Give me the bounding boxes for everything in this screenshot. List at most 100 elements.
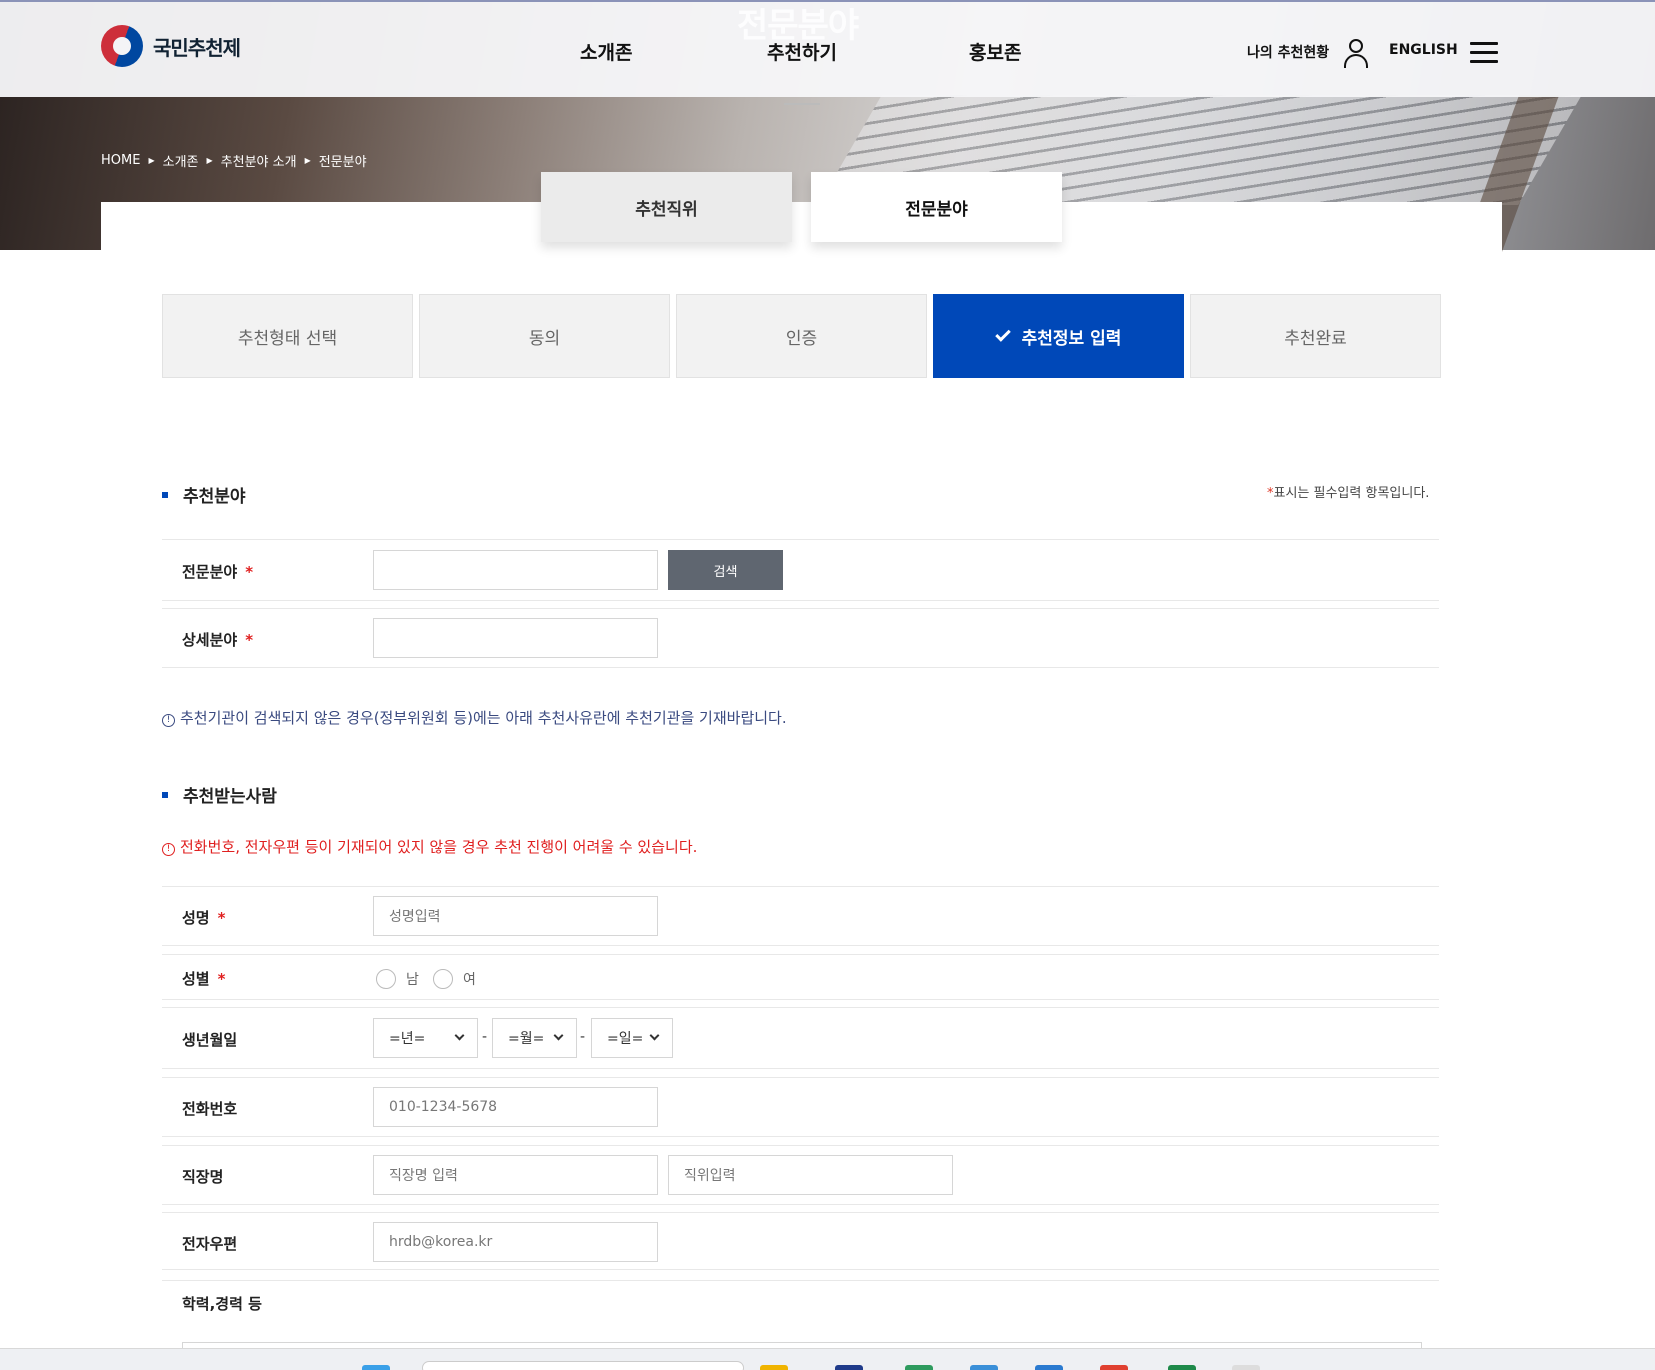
specialty-input[interactable] bbox=[373, 550, 658, 590]
excel-icon[interactable] bbox=[1168, 1365, 1196, 1370]
select-value: =일= bbox=[607, 1031, 644, 1047]
breadcrumb-intro[interactable]: 소개존 bbox=[163, 151, 199, 170]
notice-text: 추천기관이 검색되지 않은 경우(정부위원회 등)에는 아래 추천사유란에 추천… bbox=[180, 709, 787, 727]
bullet-square-icon bbox=[162, 491, 168, 498]
specialty-label: 전문분야 * bbox=[182, 561, 253, 582]
radio-circle-icon bbox=[376, 969, 396, 989]
gender-male-radio[interactable]: 남 bbox=[376, 969, 419, 989]
logo-text: 국민추천제 bbox=[153, 35, 241, 60]
warning-contact: ! 전화번호, 전자우편 등이 기재되어 있지 않을 경우 추천 진행이 어려울 … bbox=[162, 836, 697, 857]
breadcrumb-home[interactable]: HOME bbox=[101, 153, 140, 168]
step-indicator: 추천형태 선택 동의 인증 추천정보 입력 추천완료 bbox=[162, 294, 1441, 378]
radio-label: 여 bbox=[463, 972, 476, 988]
gender-label: 성별 * bbox=[182, 968, 225, 989]
form-row-education bbox=[162, 1280, 1439, 1326]
nav-promotion-zone[interactable]: 홍보존 bbox=[969, 38, 1021, 65]
warning-circle-icon: ! bbox=[162, 843, 175, 856]
birth-month-select[interactable]: =월= bbox=[492, 1018, 577, 1058]
taskbar-search-box[interactable] bbox=[422, 1361, 744, 1370]
label-text: 상세분야 bbox=[182, 631, 238, 649]
gender-female-radio[interactable]: 여 bbox=[433, 969, 476, 989]
step-complete: 추천완료 bbox=[1190, 294, 1441, 378]
windows-start-icon[interactable] bbox=[362, 1365, 390, 1370]
date-separator: - bbox=[580, 1029, 586, 1045]
step-label: 추천완료 bbox=[1284, 328, 1347, 349]
app-icon[interactable] bbox=[835, 1365, 863, 1370]
breadcrumb: HOME ▶ 소개존 ▶ 추천분야 소개 ▶ 전문분야 bbox=[101, 151, 367, 170]
chevron-down-icon bbox=[454, 1030, 465, 1041]
taegeuk-logo-icon bbox=[101, 25, 143, 67]
birth-label: 생년월일 bbox=[182, 1031, 238, 1049]
step-label: 인증 bbox=[785, 328, 818, 349]
form-row-email bbox=[162, 1212, 1439, 1270]
name-label: 성명 * bbox=[182, 907, 225, 928]
check-icon bbox=[994, 325, 1011, 342]
radio-circle-icon bbox=[433, 969, 453, 989]
breadcrumb-arrow-icon: ▶ bbox=[304, 156, 311, 165]
radio-label: 남 bbox=[406, 972, 419, 988]
work-label: 직장명 bbox=[182, 1168, 224, 1186]
section-title-text: 추천받는사람 bbox=[183, 787, 277, 807]
required-star: * bbox=[245, 563, 254, 581]
my-status-link[interactable]: 나의 추천현황 bbox=[1247, 42, 1329, 62]
position-input[interactable]: 직위입력 bbox=[668, 1155, 953, 1195]
app-icon[interactable] bbox=[970, 1365, 998, 1370]
step-label: 동의 bbox=[528, 328, 561, 349]
step-label: 추천형태 선택 bbox=[237, 328, 338, 349]
form-row-specialty bbox=[162, 539, 1439, 601]
work-input[interactable]: 직장명 입력 bbox=[373, 1155, 658, 1195]
nav-active-indicator bbox=[784, 103, 820, 105]
select-value: =년= bbox=[389, 1031, 426, 1047]
form-row-gender bbox=[162, 954, 1439, 1000]
phone-label: 전화번호 bbox=[182, 1100, 238, 1118]
section-title-text: 추천분야 bbox=[183, 487, 246, 507]
form-row-name bbox=[162, 886, 1439, 946]
subfield-input[interactable] bbox=[373, 618, 658, 658]
tab-specialty[interactable]: 전문분야 bbox=[811, 172, 1062, 242]
breadcrumb-arrow-icon: ▶ bbox=[206, 156, 213, 165]
required-star: * bbox=[217, 970, 226, 988]
chevron-down-icon bbox=[553, 1030, 564, 1041]
app-icon[interactable] bbox=[1232, 1365, 1260, 1370]
step-label: 추천정보 입력 bbox=[1021, 328, 1122, 349]
label-text: 성별 bbox=[182, 970, 210, 988]
required-note: *표시는 필수입력 항목입니다. bbox=[1267, 482, 1429, 501]
notice-agency: ! 추천기관이 검색되지 않은 경우(정부위원회 등)에는 아래 추천사유란에 추… bbox=[162, 707, 787, 728]
breadcrumb-current: 전문분야 bbox=[318, 155, 367, 170]
os-taskbar bbox=[0, 1348, 1655, 1370]
birth-year-select[interactable]: =년= bbox=[373, 1018, 478, 1058]
app-icon[interactable] bbox=[905, 1365, 933, 1370]
email-input[interactable]: hrdb@korea.kr bbox=[373, 1222, 658, 1262]
file-explorer-icon[interactable] bbox=[760, 1365, 788, 1370]
user-icon[interactable] bbox=[1343, 39, 1369, 68]
chevron-down-icon bbox=[649, 1030, 660, 1041]
hamburger-menu-icon[interactable] bbox=[1470, 42, 1498, 64]
site-logo[interactable]: 국민추천제 bbox=[101, 25, 241, 67]
phone-input[interactable]: 010-1234-5678 bbox=[373, 1087, 658, 1127]
step-auth: 인증 bbox=[676, 294, 927, 378]
content-panel-top bbox=[101, 202, 1502, 262]
info-circle-icon: ! bbox=[162, 714, 175, 727]
chrome-icon[interactable] bbox=[1100, 1365, 1128, 1370]
email-label: 전자우편 bbox=[182, 1235, 238, 1253]
warning-text: 전화번호, 전자우편 등이 기재되어 있지 않을 경우 추천 진행이 어려울 수… bbox=[180, 838, 698, 856]
bullet-square-icon bbox=[162, 791, 168, 798]
step-info-input: 추천정보 입력 bbox=[933, 294, 1184, 378]
form-row-subfield bbox=[162, 608, 1439, 668]
step-consent: 동의 bbox=[419, 294, 670, 378]
search-button[interactable]: 검색 bbox=[668, 550, 783, 590]
step-type-select: 추천형태 선택 bbox=[162, 294, 413, 378]
tab-position[interactable]: 추천직위 bbox=[541, 172, 792, 242]
app-icon[interactable] bbox=[1035, 1365, 1063, 1370]
english-link[interactable]: ENGLISH bbox=[1389, 42, 1458, 58]
breadcrumb-fields[interactable]: 추천분야 소개 bbox=[221, 151, 297, 170]
date-separator: - bbox=[482, 1029, 488, 1045]
subfield-label: 상세분야 * bbox=[182, 629, 253, 650]
birth-day-select[interactable]: =일= bbox=[591, 1018, 673, 1058]
required-star: * bbox=[217, 909, 226, 927]
label-text: 성명 bbox=[182, 909, 210, 927]
nav-intro-zone[interactable]: 소개존 bbox=[580, 38, 632, 65]
hero-heading: 전문분야 bbox=[737, 6, 859, 46]
name-input[interactable]: 성명입력 bbox=[373, 896, 658, 936]
education-label: 학력,경력 등 bbox=[182, 1295, 262, 1313]
